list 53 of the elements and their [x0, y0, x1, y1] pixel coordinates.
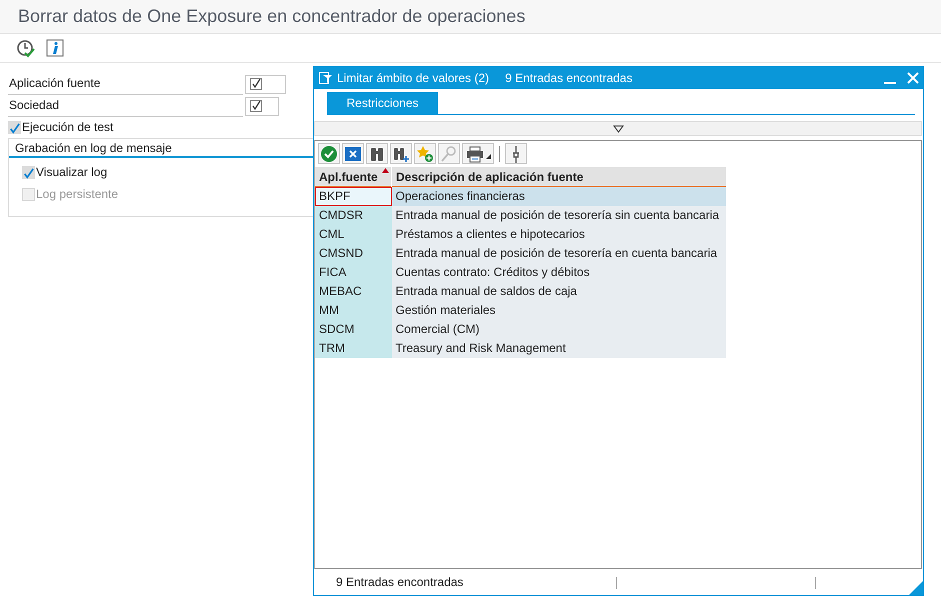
- table-cell[interactable]: Entrada manual de posición de tesorería en cuenta bancaria: [392, 244, 726, 262]
- table-cell[interactable]: SDCM: [315, 320, 392, 338]
- table-cell[interactable]: CMDSR: [315, 206, 392, 224]
- input-field[interactable]: [245, 74, 286, 94]
- input-field[interactable]: [245, 96, 279, 116]
- dialog-title: Limitar ámbito de valores (2): [337, 71, 490, 85]
- cancel-button[interactable]: [342, 143, 364, 164]
- checkbox[interactable]: [8, 120, 21, 134]
- column-header[interactable]: Descripción de aplicación fuente: [392, 167, 726, 186]
- check-icon: [320, 144, 338, 162]
- table-cell[interactable]: MEBAC: [315, 282, 392, 300]
- checkbox[interactable]: [22, 166, 35, 178]
- checkbox-label: Log persistente: [36, 187, 118, 201]
- group-title: Grabación en log de mensaje: [9, 139, 313, 158]
- binoculars-button[interactable]: [366, 143, 388, 164]
- table-cell[interactable]: Cuentas contrato: Créditos y débitos: [392, 262, 726, 282]
- status-text: 9 Entradas encontradas: [336, 575, 464, 589]
- table-cell[interactable]: TRM: [315, 338, 392, 358]
- filter-icon: [319, 72, 333, 84]
- table-cell[interactable]: MM: [315, 300, 392, 320]
- pin-button[interactable]: [505, 143, 527, 164]
- table-cell[interactable]: Operaciones financieras: [392, 186, 726, 206]
- window-title: Borrar datos de One Exposure en concentrador de operaciones: [18, 6, 526, 27]
- table-cell[interactable]: Entrada manual de posición de tesorería sin cuenta bancaria: [392, 206, 726, 224]
- print-button[interactable]: [462, 143, 494, 164]
- table-cell[interactable]: Comercial (CM): [392, 320, 726, 338]
- table-cell[interactable]: CML: [315, 224, 392, 244]
- accept-button[interactable]: [318, 143, 340, 164]
- star-plus-icon: [416, 144, 434, 162]
- table-cell[interactable]: CMSND: [315, 244, 392, 262]
- info-button[interactable]: [46, 39, 64, 57]
- execute-button[interactable]: [16, 38, 36, 58]
- table-cell[interactable]: Gestión materiales: [392, 300, 726, 320]
- table-cell[interactable]: Entrada manual de saldos de caja: [392, 282, 726, 300]
- table-cell[interactable]: BKPF: [315, 186, 392, 206]
- table-cell[interactable]: FICA: [315, 262, 392, 282]
- entries-count: 9 Entradas encontradas: [505, 71, 632, 85]
- table-cell[interactable]: Treasury and Risk Management: [392, 338, 726, 358]
- printer-icon: [466, 144, 484, 162]
- checkbox-label: Visualizar log: [36, 165, 108, 179]
- star-add-button[interactable]: [414, 143, 436, 164]
- caret-icon: [486, 154, 491, 159]
- column-header[interactable]: Apl.fuente: [315, 167, 392, 186]
- triangle-icon: [612, 124, 624, 132]
- close-icon: [906, 71, 920, 85]
- minimize-icon: [884, 82, 896, 84]
- binoculars-plus-button[interactable]: [390, 143, 412, 164]
- cancel-icon: [344, 144, 362, 162]
- field-label: Sociedad: [8, 95, 243, 117]
- resize-grip[interactable]: [909, 581, 923, 595]
- field-label: Aplicación fuente: [8, 73, 243, 95]
- checkbox-label: Ejecución de test: [22, 120, 114, 134]
- table-cell[interactable]: Préstamos a clientes e hipotecarios: [392, 224, 726, 244]
